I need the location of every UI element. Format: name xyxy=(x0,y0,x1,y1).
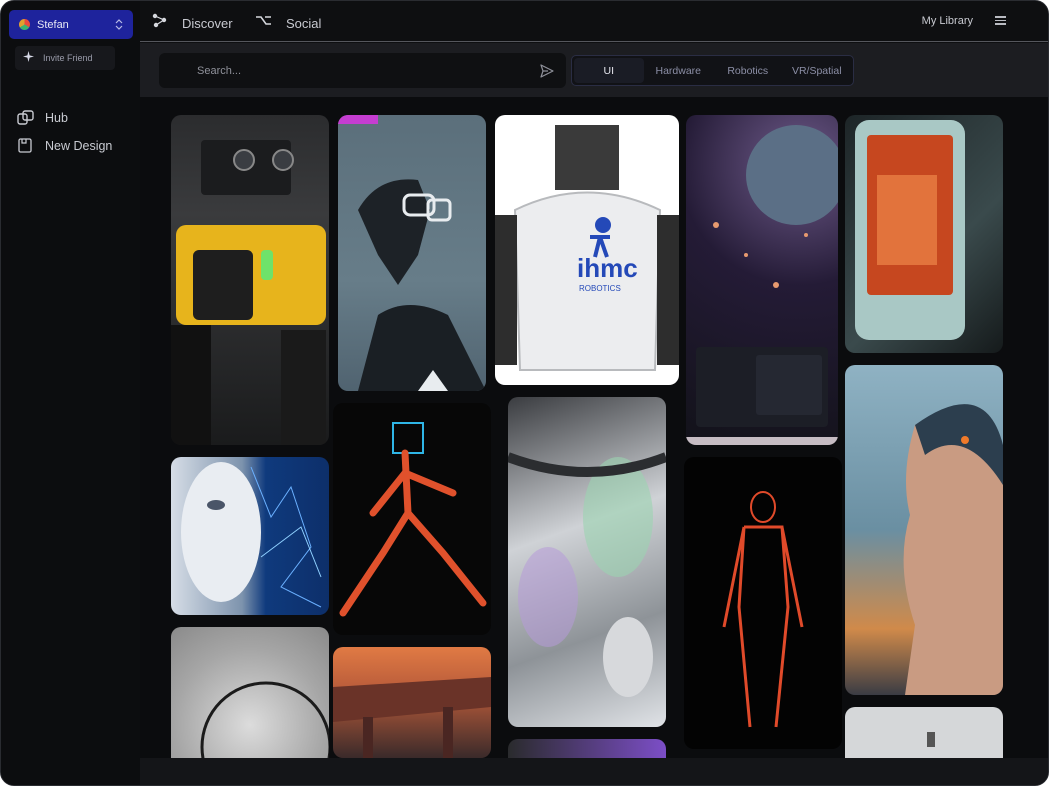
send-icon[interactable] xyxy=(540,63,554,78)
app-window: Stefan Invite Friend Hub New Design Disc… xyxy=(0,0,1049,786)
feed-card-orange-device[interactable] xyxy=(845,115,1003,353)
tab-hardware[interactable]: Hardware xyxy=(644,58,714,83)
light-ring-image xyxy=(200,681,329,758)
discover-icon xyxy=(151,12,168,34)
tab-robotics[interactable]: Robotics xyxy=(713,58,783,83)
invite-friend-button[interactable]: Invite Friend xyxy=(15,46,115,70)
image-feed: ihmc ROBOTICS xyxy=(140,97,1048,758)
bottom-strip xyxy=(140,758,1048,785)
planet-dashboard-image xyxy=(686,125,838,445)
android-face-image xyxy=(181,462,322,608)
hamburger-menu-icon[interactable] xyxy=(995,16,1006,25)
feed-card-ihmc-robot[interactable]: ihmc ROBOTICS xyxy=(495,115,679,385)
feed-card-white-fixture[interactable] xyxy=(845,707,1003,758)
feed-card-planet-dashboard[interactable] xyxy=(686,115,838,445)
red-wireframe-image xyxy=(722,491,804,728)
new-design-icon xyxy=(17,138,34,153)
social-icon xyxy=(255,12,272,34)
search-input[interactable] xyxy=(197,64,540,77)
tab-ui[interactable]: UI xyxy=(574,58,644,83)
main-content: UI Hardware Robotics VR/Spatial xyxy=(140,43,1048,785)
user-name: Stefan xyxy=(37,18,69,31)
ihmc-logo-subtext: ROBOTICS xyxy=(579,284,621,293)
discover-label: Discover xyxy=(182,15,233,31)
discover-nav[interactable]: Discover xyxy=(151,12,233,34)
hub-icon xyxy=(17,110,34,125)
sidebar-item-hub[interactable]: Hub xyxy=(17,110,68,125)
chevron-up-down-icon xyxy=(115,19,123,30)
feed-card-cyborg-woman[interactable] xyxy=(845,365,1003,695)
my-library-link[interactable]: My Library xyxy=(922,15,973,27)
feed-card-light-ring[interactable] xyxy=(171,627,329,758)
city-overpass-image xyxy=(333,677,491,758)
feed-card-red-skeleton[interactable] xyxy=(333,403,491,635)
ihmc-logo-text: ihmc xyxy=(577,253,638,283)
invite-friend-label: Invite Friend xyxy=(43,53,93,63)
category-tabs: UI Hardware Robotics VR/Spatial xyxy=(571,55,854,86)
red-skeleton-image xyxy=(339,422,487,617)
search-box xyxy=(159,53,566,88)
social-nav[interactable]: Social xyxy=(255,12,321,34)
cyborg-woman-image xyxy=(903,404,1003,695)
sidebar-item-label: Hub xyxy=(45,110,68,125)
search-toolbar: UI Hardware Robotics VR/Spatial xyxy=(140,43,1048,97)
user-avatar-icon xyxy=(19,19,30,30)
sparkle-icon xyxy=(23,51,34,65)
sidebar-item-label: New Design xyxy=(45,138,113,153)
top-bar: Discover Social My Library xyxy=(140,1,1048,42)
sidebar: Stefan Invite Friend Hub New Design xyxy=(1,1,140,785)
iridescent-machine-image xyxy=(508,452,666,697)
feed-card-red-wireframe[interactable] xyxy=(684,457,842,749)
white-fixture-image xyxy=(927,732,935,747)
tab-vr-spatial[interactable]: VR/Spatial xyxy=(783,58,852,83)
feed-card-iridescent-machine[interactable] xyxy=(508,397,666,727)
feed-card-city-overpass[interactable] xyxy=(333,647,491,758)
orange-device-image xyxy=(855,120,965,340)
user-switcher-button[interactable]: Stefan xyxy=(9,10,133,39)
feed-card-purple[interactable] xyxy=(508,739,666,758)
feed-card-android-face[interactable] xyxy=(171,457,329,615)
sidebar-item-new-design[interactable]: New Design xyxy=(17,138,112,153)
robot-dog-image xyxy=(171,140,326,445)
feed-card-robot-dog[interactable] xyxy=(171,115,329,445)
social-label: Social xyxy=(286,15,322,31)
cyborg-head-image xyxy=(338,115,486,391)
feed-card-cyborg-head[interactable] xyxy=(338,115,486,391)
ihmc-robot-image: ihmc ROBOTICS xyxy=(495,125,679,371)
